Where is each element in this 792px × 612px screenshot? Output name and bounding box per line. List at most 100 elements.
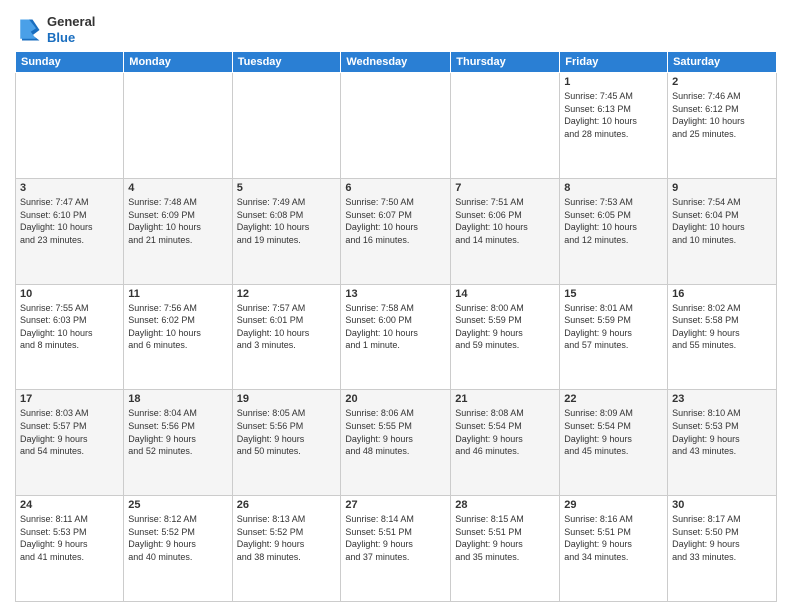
day-number: 10 [20,288,119,300]
day-number: 29 [564,499,663,511]
weekday-header: Thursday [451,52,560,73]
calendar-cell: 10 Sunrise: 7:55 AM Sunset: 6:03 PM Dayli… [16,284,124,390]
day-number: 27 [345,499,446,511]
day-info: Sunrise: 8:16 AM Sunset: 5:51 PM Dayligh… [564,513,663,563]
weekday-header: Wednesday [341,52,451,73]
header: General Blue [15,10,777,45]
calendar-cell [16,73,124,179]
day-number: 20 [345,393,446,405]
calendar-cell: 27 Sunrise: 8:14 AM Sunset: 5:51 PM Dayli… [341,496,451,602]
day-info: Sunrise: 7:48 AM Sunset: 6:09 PM Dayligh… [128,196,227,246]
day-info: Sunrise: 7:55 AM Sunset: 6:03 PM Dayligh… [20,302,119,352]
calendar-cell: 16 Sunrise: 8:02 AM Sunset: 5:58 PM Dayli… [668,284,777,390]
day-number: 18 [128,393,227,405]
calendar-cell: 14 Sunrise: 8:00 AM Sunset: 5:59 PM Dayli… [451,284,560,390]
calendar-week-row: 17 Sunrise: 8:03 AM Sunset: 5:57 PM Dayli… [16,390,777,496]
day-number: 12 [237,288,337,300]
day-info: Sunrise: 8:02 AM Sunset: 5:58 PM Dayligh… [672,302,772,352]
day-info: Sunrise: 7:54 AM Sunset: 6:04 PM Dayligh… [672,196,772,246]
day-number: 25 [128,499,227,511]
calendar-week-row: 10 Sunrise: 7:55 AM Sunset: 6:03 PM Dayli… [16,284,777,390]
day-number: 30 [672,499,772,511]
day-number: 19 [237,393,337,405]
calendar-week-row: 3 Sunrise: 7:47 AM Sunset: 6:10 PM Daylig… [16,178,777,284]
day-info: Sunrise: 7:57 AM Sunset: 6:01 PM Dayligh… [237,302,337,352]
day-number: 21 [455,393,555,405]
day-info: Sunrise: 7:53 AM Sunset: 6:05 PM Dayligh… [564,196,663,246]
day-number: 1 [564,76,663,88]
day-info: Sunrise: 8:08 AM Sunset: 5:54 PM Dayligh… [455,407,555,457]
calendar-cell: 25 Sunrise: 8:12 AM Sunset: 5:52 PM Dayli… [124,496,232,602]
calendar-cell: 13 Sunrise: 7:58 AM Sunset: 6:00 PM Dayli… [341,284,451,390]
day-info: Sunrise: 8:04 AM Sunset: 5:56 PM Dayligh… [128,407,227,457]
day-number: 7 [455,182,555,194]
day-number: 16 [672,288,772,300]
day-info: Sunrise: 7:46 AM Sunset: 6:12 PM Dayligh… [672,90,772,140]
calendar-cell: 18 Sunrise: 8:04 AM Sunset: 5:56 PM Dayli… [124,390,232,496]
calendar-cell: 28 Sunrise: 8:15 AM Sunset: 5:51 PM Dayli… [451,496,560,602]
day-info: Sunrise: 8:13 AM Sunset: 5:52 PM Dayligh… [237,513,337,563]
logo-line1: General [47,14,95,30]
day-info: Sunrise: 7:58 AM Sunset: 6:00 PM Dayligh… [345,302,446,352]
calendar-cell: 30 Sunrise: 8:17 AM Sunset: 5:50 PM Dayli… [668,496,777,602]
day-number: 6 [345,182,446,194]
day-number: 14 [455,288,555,300]
day-number: 23 [672,393,772,405]
calendar-cell [232,73,341,179]
calendar-week-row: 24 Sunrise: 8:11 AM Sunset: 5:53 PM Dayli… [16,496,777,602]
day-info: Sunrise: 8:09 AM Sunset: 5:54 PM Dayligh… [564,407,663,457]
day-info: Sunrise: 7:56 AM Sunset: 6:02 PM Dayligh… [128,302,227,352]
calendar-cell: 22 Sunrise: 8:09 AM Sunset: 5:54 PM Dayli… [560,390,668,496]
day-number: 28 [455,499,555,511]
day-number: 3 [20,182,119,194]
day-info: Sunrise: 7:47 AM Sunset: 6:10 PM Dayligh… [20,196,119,246]
day-info: Sunrise: 8:10 AM Sunset: 5:53 PM Dayligh… [672,407,772,457]
day-info: Sunrise: 8:05 AM Sunset: 5:56 PM Dayligh… [237,407,337,457]
weekday-header: Friday [560,52,668,73]
day-number: 5 [237,182,337,194]
calendar-cell: 3 Sunrise: 7:47 AM Sunset: 6:10 PM Daylig… [16,178,124,284]
calendar-cell [124,73,232,179]
calendar-cell: 17 Sunrise: 8:03 AM Sunset: 5:57 PM Dayli… [16,390,124,496]
calendar-cell: 15Sunrise: 8:01 AM Sunset: 5:59 PM Dayli… [560,284,668,390]
calendar-cell [341,73,451,179]
day-info: Sunrise: 8:06 AM Sunset: 5:55 PM Dayligh… [345,407,446,457]
weekday-header: Saturday [668,52,777,73]
calendar-cell: 2 Sunrise: 7:46 AM Sunset: 6:12 PM Daylig… [668,73,777,179]
logo-line2: Blue [47,30,95,46]
logo: General Blue [15,14,95,45]
day-number: 17 [20,393,119,405]
day-number: 22 [564,393,663,405]
day-number: 8 [564,182,663,194]
day-number: 2 [672,76,772,88]
calendar-cell: 12 Sunrise: 7:57 AM Sunset: 6:01 PM Dayli… [232,284,341,390]
calendar: SundayMondayTuesdayWednesdayThursdayFrid… [15,51,777,602]
day-info: Sunrise: 8:00 AM Sunset: 5:59 PM Dayligh… [455,302,555,352]
day-info: Sunrise: 8:12 AM Sunset: 5:52 PM Dayligh… [128,513,227,563]
day-number: 26 [237,499,337,511]
day-info: Sunrise: 7:51 AM Sunset: 6:06 PM Dayligh… [455,196,555,246]
day-info: Sunrise: 8:11 AM Sunset: 5:53 PM Dayligh… [20,513,119,563]
weekday-header: Tuesday [232,52,341,73]
day-number: 4 [128,182,227,194]
calendar-cell: 21 Sunrise: 8:08 AM Sunset: 5:54 PM Dayli… [451,390,560,496]
day-info: Sunrise: 8:17 AM Sunset: 5:50 PM Dayligh… [672,513,772,563]
calendar-week-row: 1 Sunrise: 7:45 AM Sunset: 6:13 PM Daylig… [16,73,777,179]
weekday-row: SundayMondayTuesdayWednesdayThursdayFrid… [16,52,777,73]
calendar-cell: 29 Sunrise: 8:16 AM Sunset: 5:51 PM Dayli… [560,496,668,602]
day-info: Sunrise: 8:03 AM Sunset: 5:57 PM Dayligh… [20,407,119,457]
day-info: Sunrise: 8:15 AM Sunset: 5:51 PM Dayligh… [455,513,555,563]
calendar-cell: 1 Sunrise: 7:45 AM Sunset: 6:13 PM Daylig… [560,73,668,179]
calendar-cell: 9Sunrise: 7:54 AM Sunset: 6:04 PM Daylig… [668,178,777,284]
calendar-cell: 20 Sunrise: 8:06 AM Sunset: 5:55 PM Dayli… [341,390,451,496]
day-info: Sunrise: 7:45 AM Sunset: 6:13 PM Dayligh… [564,90,663,140]
day-number: 11 [128,288,227,300]
day-number: 24 [20,499,119,511]
calendar-header: SundayMondayTuesdayWednesdayThursdayFrid… [16,52,777,73]
calendar-cell: 5 Sunrise: 7:49 AM Sunset: 6:08 PM Daylig… [232,178,341,284]
day-number: 13 [345,288,446,300]
day-info: Sunrise: 8:14 AM Sunset: 5:51 PM Dayligh… [345,513,446,563]
day-info: Sunrise: 7:49 AM Sunset: 6:08 PM Dayligh… [237,196,337,246]
day-number: 15 [564,288,663,300]
calendar-cell: 8 Sunrise: 7:53 AM Sunset: 6:05 PM Daylig… [560,178,668,284]
